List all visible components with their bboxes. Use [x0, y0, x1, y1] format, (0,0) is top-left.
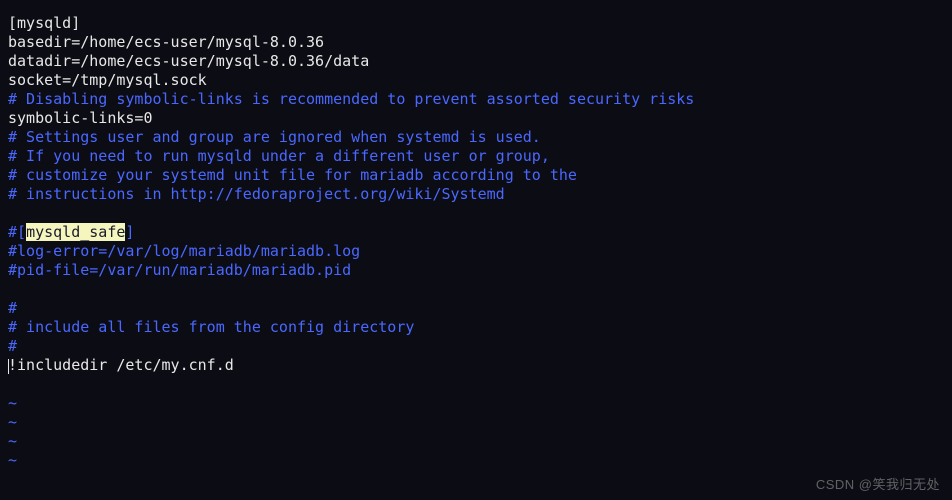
code-line: # customize your systemd unit file for m… [8, 166, 944, 185]
code-text: #pid-file=/var/run/mariadb/mariadb.pid [8, 261, 351, 279]
vim-tilde: ~ [8, 413, 17, 431]
code-line [8, 375, 944, 394]
code-text: # If you need to run mysqld under a diff… [8, 147, 550, 165]
code-line: # Disabling symbolic-links is recommende… [8, 90, 944, 109]
code-line: [mysqld] [8, 14, 944, 33]
code-line: # Settings user and group are ignored wh… [8, 128, 944, 147]
code-text: ] [125, 223, 134, 241]
code-line: ~ [8, 432, 944, 451]
code-line: # If you need to run mysqld under a diff… [8, 147, 944, 166]
code-line: # [8, 299, 944, 318]
code-line [8, 204, 944, 223]
code-text: # Settings user and group are ignored wh… [8, 128, 541, 146]
code-text: # [8, 299, 17, 317]
code-text: basedir=/home/ecs-user/mysql-8.0.36 [8, 33, 324, 51]
code-text: # include all files from the config dire… [8, 318, 414, 336]
code-text: !includedir /etc/my.cnf.d [8, 356, 234, 374]
code-line: ~ [8, 451, 944, 470]
code-line: socket=/tmp/mysql.sock [8, 71, 944, 90]
code-text: datadir=/home/ecs-user/mysql-8.0.36/data [8, 52, 369, 70]
terminal-editor[interactable]: [mysqld]basedir=/home/ecs-user/mysql-8.0… [0, 0, 952, 478]
code-text: symbolic-links=0 [8, 109, 153, 127]
text-cursor [8, 359, 9, 374]
code-text: [mysqld] [8, 14, 80, 32]
code-line [8, 280, 944, 299]
code-line: ~ [8, 413, 944, 432]
code-text: #[ [8, 223, 26, 241]
code-line: !includedir /etc/my.cnf.d [8, 356, 944, 375]
code-line: #pid-file=/var/run/mariadb/mariadb.pid [8, 261, 944, 280]
code-line: ~ [8, 394, 944, 413]
code-line: #[mysqld_safe] [8, 223, 944, 242]
code-line: #log-error=/var/log/mariadb/mariadb.log [8, 242, 944, 261]
code-text: # instructions in http://fedoraproject.o… [8, 185, 505, 203]
code-text: socket=/tmp/mysql.sock [8, 71, 207, 89]
code-line: # include all files from the config dire… [8, 318, 944, 337]
code-line: symbolic-links=0 [8, 109, 944, 128]
code-line: datadir=/home/ecs-user/mysql-8.0.36/data [8, 52, 944, 71]
vim-tilde: ~ [8, 394, 17, 412]
vim-tilde: ~ [8, 432, 17, 450]
watermark: CSDN @笑我归无处 [816, 475, 940, 494]
search-highlight: mysqld_safe [26, 223, 125, 241]
vim-tilde: ~ [8, 451, 17, 469]
code-text: # Disabling symbolic-links is recommende… [8, 90, 694, 108]
code-line: basedir=/home/ecs-user/mysql-8.0.36 [8, 33, 944, 52]
code-line: # [8, 337, 944, 356]
code-text: #log-error=/var/log/mariadb/mariadb.log [8, 242, 360, 260]
code-text: # customize your systemd unit file for m… [8, 166, 577, 184]
code-text: # [8, 337, 17, 355]
code-line: # instructions in http://fedoraproject.o… [8, 185, 944, 204]
